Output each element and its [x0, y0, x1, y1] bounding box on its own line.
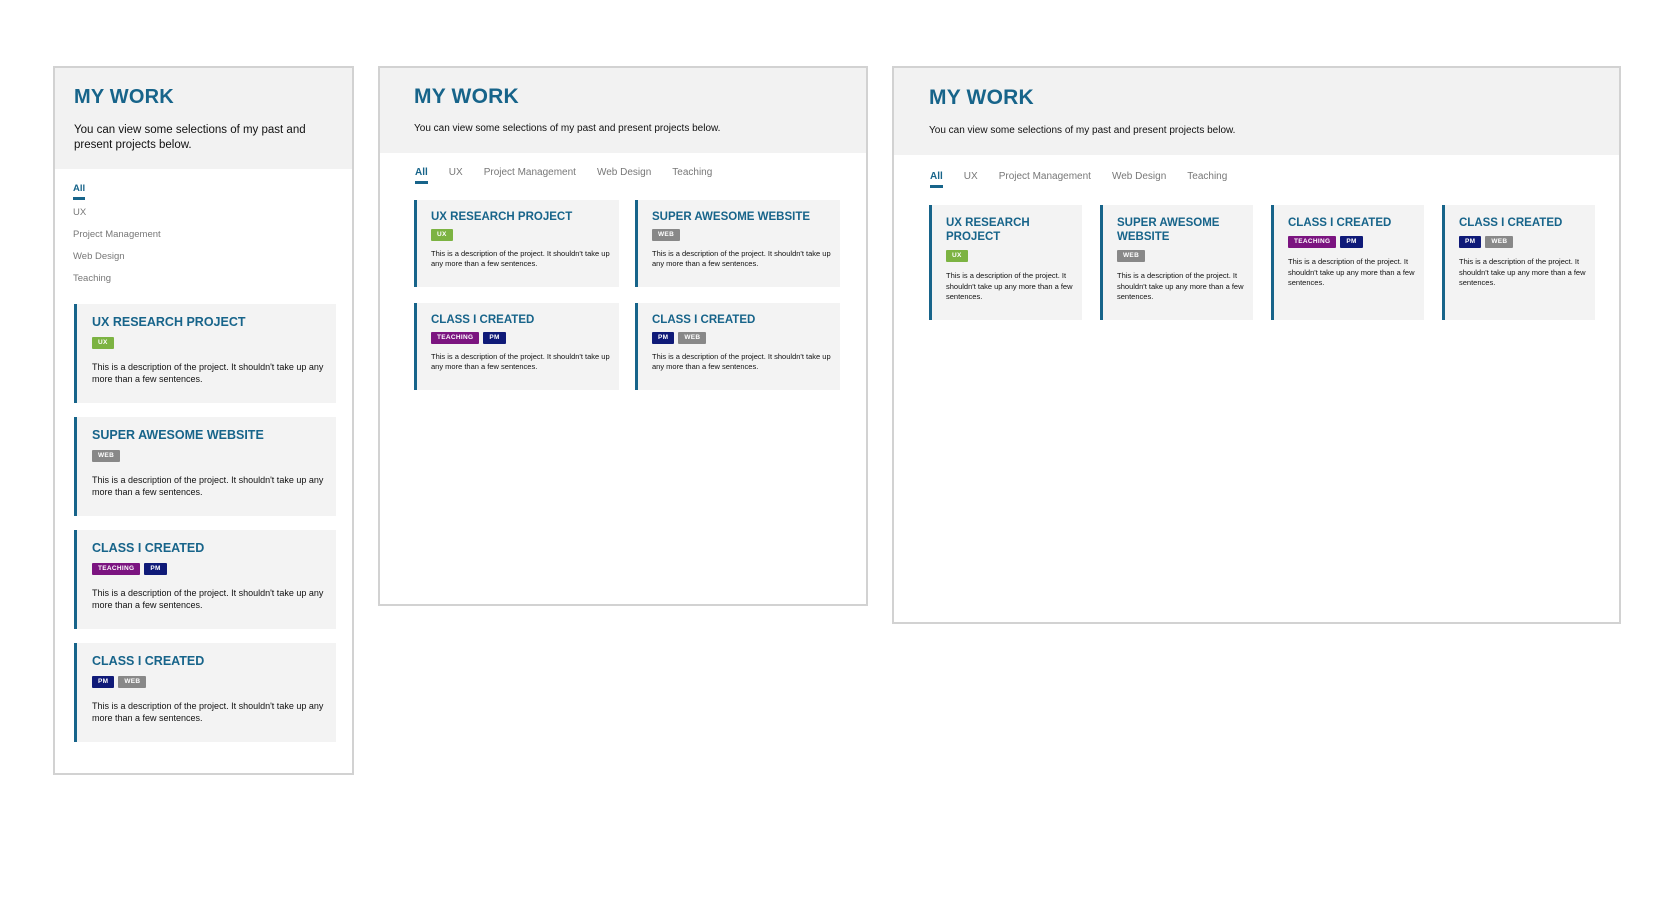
project-card[interactable]: CLASS I CREATED TEACHING PM This is a descr… — [414, 303, 619, 390]
project-description: This is a description of the project. It… — [92, 475, 324, 497]
tag-pm: PM — [144, 563, 167, 575]
project-title: UX RESEARCH PROJECT — [946, 217, 1030, 243]
page-description: You can view some selections of my past … — [414, 123, 721, 134]
project-tags: UX — [431, 229, 611, 241]
filter-ux[interactable]: UX — [964, 171, 978, 182]
filter-web-design[interactable]: Web Design — [597, 167, 651, 178]
filter-teaching[interactable]: Teaching — [73, 273, 111, 284]
project-card[interactable]: SUPER AWESOME WEBSITE WEB This is a descri… — [74, 417, 336, 516]
project-card[interactable]: CLASS I CREATED TEACHING PM This is a descr… — [74, 530, 336, 629]
project-title: SUPER AWESOME WEBSITE — [92, 428, 264, 442]
project-title: CLASS I CREATED — [1459, 217, 1563, 229]
project-card[interactable]: SUPER AWESOME WEBSITE WEB This is a descri… — [635, 200, 840, 287]
project-description: This is a description of the project. It… — [652, 352, 831, 371]
filter-teaching[interactable]: Teaching — [672, 167, 712, 178]
page-header: MY WORK You can view some selections of … — [380, 68, 866, 153]
filter-list: All UX Project Management Web Design Tea… — [55, 169, 352, 284]
project-card[interactable]: CLASS I CREATED PM WEB This is a descriptio… — [74, 643, 336, 742]
project-grid: UX RESEARCH PROJECT UX This is a descripti… — [380, 184, 866, 390]
project-title: CLASS I CREATED — [1288, 217, 1392, 229]
page-header: MY WORK You can view some selections of … — [55, 68, 352, 169]
page-title: MY WORK — [929, 86, 1034, 109]
filter-project-management[interactable]: Project Management — [999, 171, 1091, 182]
tag-teaching: TEACHING — [92, 563, 141, 575]
tag-web: WEB — [92, 450, 121, 462]
page-description: You can view some selections of my past … — [929, 125, 1236, 136]
page-description: You can view some selections of my past … — [74, 124, 306, 151]
project-description: This is a description of the project. It… — [652, 249, 831, 268]
project-title: UX RESEARCH PROJECT — [431, 211, 573, 223]
project-description: This is a description of the project. It… — [92, 701, 324, 723]
project-tags: WEB — [92, 450, 326, 462]
desktop-layout-frame: MY WORK You can view some selections of … — [892, 66, 1621, 624]
project-description: This is a description of the project. It… — [1117, 271, 1244, 301]
project-description: This is a description of the project. It… — [1459, 257, 1586, 287]
project-card[interactable]: UX RESEARCH PROJECT UX This is a descripti… — [74, 304, 336, 403]
page-title: MY WORK — [414, 85, 519, 108]
project-description: This is a description of the project. It… — [431, 249, 610, 268]
project-title: CLASS I CREATED — [652, 314, 756, 326]
project-card[interactable]: CLASS I CREATED PM WEB This is a descriptio… — [1442, 205, 1595, 320]
project-title: CLASS I CREATED — [92, 654, 205, 668]
tag-ux: UX — [92, 337, 114, 349]
project-title: CLASS I CREATED — [92, 541, 205, 555]
project-card[interactable]: UX RESEARCH PROJECT UX This is a descripti… — [414, 200, 619, 287]
tag-pm: PM — [92, 676, 115, 688]
tag-pm: PM — [1459, 236, 1482, 248]
tag-web: WEB — [118, 676, 147, 688]
filter-all[interactable]: All — [415, 167, 428, 184]
tag-pm: PM — [1340, 236, 1363, 248]
tablet-layout-frame: MY WORK You can view some selections of … — [378, 66, 868, 606]
tag-web: WEB — [652, 229, 681, 241]
filter-tabs: All UX Project Management Web Design Tea… — [380, 153, 866, 184]
tag-pm: PM — [483, 332, 506, 344]
project-tags: WEB — [652, 229, 832, 241]
filter-project-management[interactable]: Project Management — [484, 167, 576, 178]
project-title: SUPER AWESOME WEBSITE — [1117, 217, 1220, 243]
project-card[interactable]: CLASS I CREATED PM WEB This is a descriptio… — [635, 303, 840, 390]
filter-teaching[interactable]: Teaching — [1187, 171, 1227, 182]
project-tags: UX — [92, 337, 326, 349]
project-title: CLASS I CREATED — [431, 314, 535, 326]
page-header: MY WORK You can view some selections of … — [894, 68, 1619, 155]
tag-web: WEB — [1485, 236, 1514, 248]
filter-all[interactable]: All — [930, 171, 943, 188]
project-tags: WEB — [1117, 250, 1245, 262]
project-title: SUPER AWESOME WEBSITE — [652, 211, 811, 223]
project-description: This is a description of the project. It… — [92, 362, 324, 384]
mobile-layout-frame: MY WORK You can view some selections of … — [53, 66, 354, 775]
tag-web: WEB — [678, 332, 707, 344]
project-title: UX RESEARCH PROJECT — [92, 315, 246, 329]
project-description: This is a description of the project. It… — [431, 352, 610, 371]
tag-web: WEB — [1117, 250, 1146, 262]
filter-project-management[interactable]: Project Management — [73, 229, 161, 240]
filter-ux[interactable]: UX — [449, 167, 463, 178]
project-tags: PM WEB — [1459, 236, 1587, 248]
project-card[interactable]: SUPER AWESOME WEBSITE WEB This is a descri… — [1100, 205, 1253, 320]
project-card[interactable]: UX RESEARCH PROJECT UX This is a descripti… — [929, 205, 1082, 320]
project-tags: UX — [946, 250, 1074, 262]
project-list: UX RESEARCH PROJECT UX This is a descripti… — [55, 295, 352, 742]
tag-teaching: TEACHING — [1288, 236, 1337, 248]
project-tags: PM WEB — [652, 332, 832, 344]
tag-ux: UX — [946, 250, 968, 262]
project-tags: TEACHING PM — [1288, 236, 1416, 248]
tag-pm: PM — [652, 332, 675, 344]
project-grid: UX RESEARCH PROJECT UX This is a descripti… — [894, 188, 1619, 320]
tag-teaching: TEACHING — [431, 332, 480, 344]
project-tags: TEACHING PM — [431, 332, 611, 344]
filter-tabs: All UX Project Management Web Design Tea… — [894, 155, 1619, 188]
filter-all[interactable]: All — [73, 183, 85, 200]
project-card[interactable]: CLASS I CREATED TEACHING PM This is a descr… — [1271, 205, 1424, 320]
project-tags: PM WEB — [92, 676, 326, 688]
tag-ux: UX — [431, 229, 453, 241]
project-description: This is a description of the project. It… — [92, 588, 324, 610]
page-title: MY WORK — [74, 86, 174, 108]
filter-web-design[interactable]: Web Design — [1112, 171, 1166, 182]
project-description: This is a description of the project. It… — [1288, 257, 1415, 287]
project-tags: TEACHING PM — [92, 563, 326, 575]
project-description: This is a description of the project. It… — [946, 271, 1073, 301]
filter-ux[interactable]: UX — [73, 207, 86, 218]
filter-web-design[interactable]: Web Design — [73, 251, 125, 262]
